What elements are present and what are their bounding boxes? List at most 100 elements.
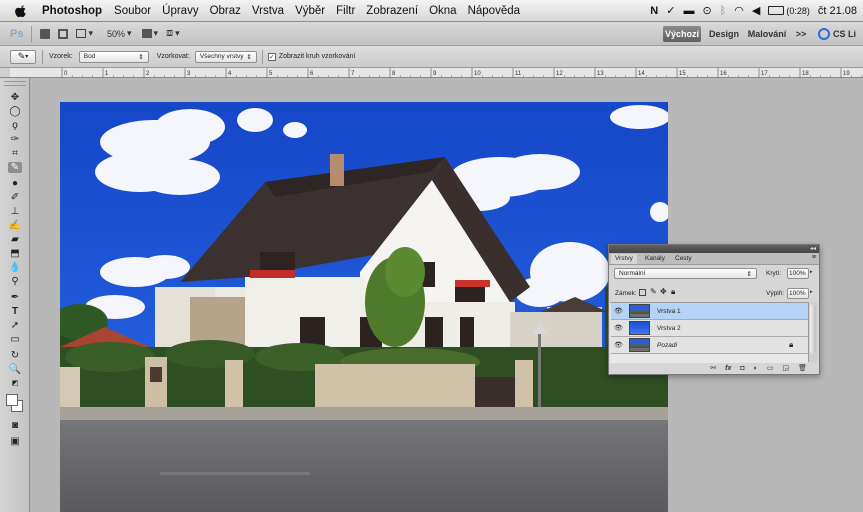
tab-paths[interactable]: Cesty: [671, 254, 696, 264]
delete-layer-icon[interactable]: 🗑︎: [798, 364, 807, 372]
mini-bridge-icon: [58, 28, 69, 39]
lock-all-icon[interactable]: 🔒︎: [671, 287, 675, 297]
quick-selection-tool-icon[interactable]: ✑: [8, 134, 22, 145]
checkmark-icon[interactable]: ✓: [666, 4, 675, 17]
tool-preset-picker[interactable]: ✎ ▾: [10, 49, 36, 64]
zoom-tool-icon[interactable]: 🔍: [8, 364, 22, 375]
horizontal-ruler[interactable]: 0 1 2 3 4 5 6 7 8 9 10 11 12 13 14 15 16 17 18 19: [10, 68, 863, 78]
lasso-tool-icon[interactable]: ϙ: [8, 120, 22, 131]
layers-scrollbar[interactable]: [808, 302, 818, 362]
workspace-more-button[interactable]: >>: [793, 26, 809, 42]
layer-name[interactable]: Vrstva 1: [657, 308, 681, 315]
sample-size-select[interactable]: Bod ⇕: [78, 50, 149, 63]
brush-tool-icon[interactable]: ✐: [8, 192, 22, 203]
layer-row-pozadi[interactable]: 👁︎ Pozadí 🔒︎: [611, 337, 808, 354]
marquee-tool-icon[interactable]: ◯: [8, 106, 22, 117]
type-tool-icon[interactable]: T: [8, 306, 22, 317]
screen-mode-tool-icon[interactable]: ▣: [8, 436, 22, 447]
link-layers-icon[interactable]: ⚯: [710, 364, 716, 372]
ruler-origin[interactable]: [0, 68, 10, 78]
visibility-eye-icon[interactable]: 👁︎: [614, 341, 623, 349]
crop-tool-icon[interactable]: ⌗: [8, 148, 22, 159]
view-extras-button[interactable]: ▾: [76, 27, 93, 41]
menu-help[interactable]: Nápověda: [468, 5, 520, 17]
history-brush-tool-icon[interactable]: ✍: [8, 220, 22, 231]
workspace-painting[interactable]: Malování: [748, 26, 787, 42]
blend-mode-select[interactable]: Normální ⇕: [614, 268, 757, 279]
tab-layers[interactable]: Vrstvy: [611, 254, 637, 264]
menu-view[interactable]: Zobrazení: [366, 5, 418, 17]
display-icon[interactable]: ▬: [683, 5, 694, 17]
screen-mode-button[interactable]: ⧈ ▾: [166, 27, 180, 41]
apple-icon[interactable]: [14, 4, 28, 18]
shape-tool-icon[interactable]: ▭: [8, 334, 22, 345]
new-layer-icon[interactable]: ◲: [782, 364, 789, 372]
menu-filter[interactable]: Filtr: [336, 5, 355, 17]
quick-mask-icon[interactable]: ◙: [8, 420, 22, 431]
clock[interactable]: čt 21.08: [818, 5, 857, 17]
layer-row-vrstva-2[interactable]: 👁︎ Vrstva 2: [611, 320, 808, 337]
layer-mask-icon[interactable]: ◘: [740, 365, 744, 372]
menu-window[interactable]: Okna: [429, 5, 457, 17]
menu-file[interactable]: Soubor: [114, 5, 151, 17]
move-tool-icon[interactable]: ✥: [8, 92, 22, 103]
wifi-icon[interactable]: ◠: [734, 4, 744, 17]
menu-extras: N ✓ ▬ ⊙ ᛒ ◠ ◀ (0:28) čt 21.08: [650, 0, 857, 21]
menu-layer[interactable]: Vrstva: [252, 5, 284, 17]
layer-name[interactable]: Vrstva 2: [657, 325, 681, 332]
path-selection-tool-icon[interactable]: ➚: [8, 320, 22, 331]
lock-transparency-icon[interactable]: [639, 289, 646, 296]
ruler-tick-label: 7: [351, 71, 355, 77]
panel-collapse-button[interactable]: ◂◂: [810, 245, 816, 253]
document-image[interactable]: [60, 102, 668, 512]
adjustment-layer-icon[interactable]: ◐: [754, 365, 758, 372]
menu-edit[interactable]: Úpravy: [162, 5, 198, 17]
tab-channels[interactable]: Kanály: [641, 254, 669, 264]
panel-menu-button[interactable]: ≡: [812, 254, 816, 261]
dodge-tool-icon[interactable]: ⚲: [8, 276, 22, 287]
volume-icon[interactable]: ◀: [752, 4, 760, 17]
workspace-design[interactable]: Design: [707, 26, 741, 42]
sample-layers-select[interactable]: Všechny vrstvy ⇕: [194, 50, 257, 63]
gradient-tool-icon[interactable]: ⬒: [8, 248, 22, 259]
default-colors-icon[interactable]: ◩: [8, 378, 22, 389]
status-icon[interactable]: N: [650, 5, 658, 17]
show-sampling-ring-label[interactable]: Zobrazit kruh vzorkování: [279, 53, 356, 60]
visibility-eye-icon[interactable]: 👁︎: [614, 307, 623, 315]
fill-field[interactable]: 100%: [787, 288, 809, 299]
eyedropper-tool-icon[interactable]: ✎: [8, 162, 22, 173]
pen-tool-icon[interactable]: ✒: [8, 292, 22, 303]
3d-rotate-tool-icon[interactable]: ↻: [8, 350, 22, 361]
layer-style-icon[interactable]: fx: [725, 365, 731, 372]
battery[interactable]: (0:28): [768, 6, 810, 16]
menu-select[interactable]: Výběr: [295, 5, 325, 17]
zoom-level[interactable]: 50% ▾: [107, 27, 132, 41]
lock-pixels-icon[interactable]: ✎: [650, 287, 657, 296]
opacity-slider-button[interactable]: ▸: [810, 269, 813, 275]
clone-stamp-tool-icon[interactable]: ⊥: [8, 206, 22, 217]
foreground-color-swatch[interactable]: [6, 394, 18, 406]
blur-tool-icon[interactable]: 💧: [8, 262, 22, 273]
lock-position-icon[interactable]: ✥: [660, 287, 667, 296]
visibility-eye-icon[interactable]: 👁︎: [614, 324, 623, 332]
new-group-icon[interactable]: ▭: [767, 364, 774, 372]
panel-titlebar[interactable]: [609, 245, 819, 253]
fill-slider-button[interactable]: ▸: [810, 289, 813, 295]
menu-image[interactable]: Obraz: [210, 5, 241, 17]
show-sampling-ring-checkbox[interactable]: ✓: [267, 52, 276, 61]
opacity-field[interactable]: 100%: [787, 268, 809, 279]
launch-bridge-button[interactable]: [40, 27, 51, 41]
time-machine-icon[interactable]: ⊙: [702, 4, 711, 17]
bluetooth-icon[interactable]: ᛒ: [720, 5, 727, 17]
cs-live-button[interactable]: CS Li: [818, 26, 863, 42]
tools-panel-grip[interactable]: [4, 81, 26, 86]
eraser-tool-icon[interactable]: ▰: [8, 234, 22, 245]
layer-name[interactable]: Pozadí: [657, 342, 677, 349]
scrollbar-thumb[interactable]: [810, 304, 816, 354]
arrange-documents-button[interactable]: ▾: [141, 27, 158, 41]
spot-healing-tool-icon[interactable]: ●: [8, 178, 22, 189]
app-menu[interactable]: Photoshop: [42, 5, 102, 17]
layer-row-vrstva-1[interactable]: 👁︎ Vrstva 1: [611, 303, 808, 320]
launch-mini-bridge-button[interactable]: [58, 27, 69, 41]
workspace-essentials[interactable]: Výchozí: [663, 26, 701, 42]
